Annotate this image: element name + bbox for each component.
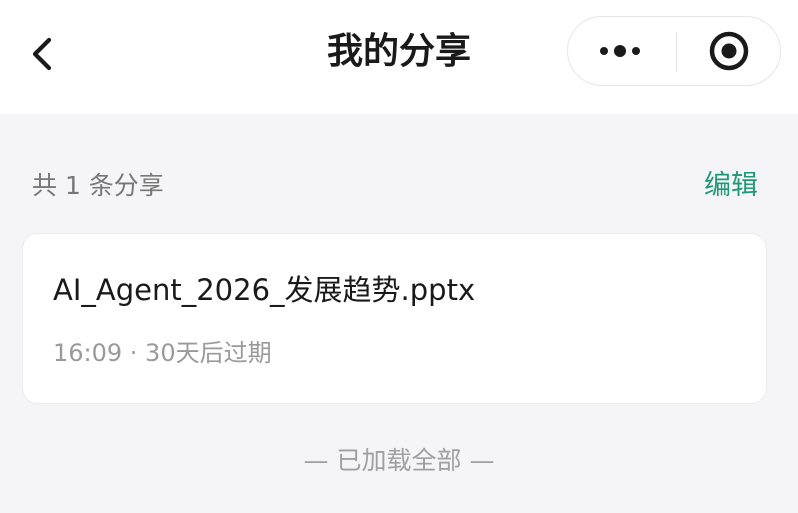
mini-program-capsule [567, 16, 781, 86]
more-dots-icon [600, 45, 640, 57]
back-button[interactable] [18, 30, 66, 78]
file-name: AI_Agent_2026_发展趋势.pptx [53, 273, 476, 307]
nav-bar: 我的分享 [0, 0, 798, 114]
page: 我的分享 共 1 条分享 编辑 AI_Agent_2026_发展趋势.pptx … [0, 0, 798, 513]
target-close-icon [709, 31, 749, 71]
close-mini-program-button[interactable] [677, 17, 781, 85]
share-count: 共 1 条分享 [32, 171, 164, 200]
more-button[interactable] [568, 17, 676, 85]
load-complete-text: — 已加载全部 — [303, 446, 495, 475]
edit-button[interactable]: 编辑 [704, 167, 758, 205]
chevron-left-icon [32, 37, 52, 71]
share-meta: 16:09 · 30天后过期 [53, 339, 272, 367]
share-card[interactable]: AI_Agent_2026_发展趋势.pptx 16:09 · 30天后过期 [22, 233, 767, 404]
